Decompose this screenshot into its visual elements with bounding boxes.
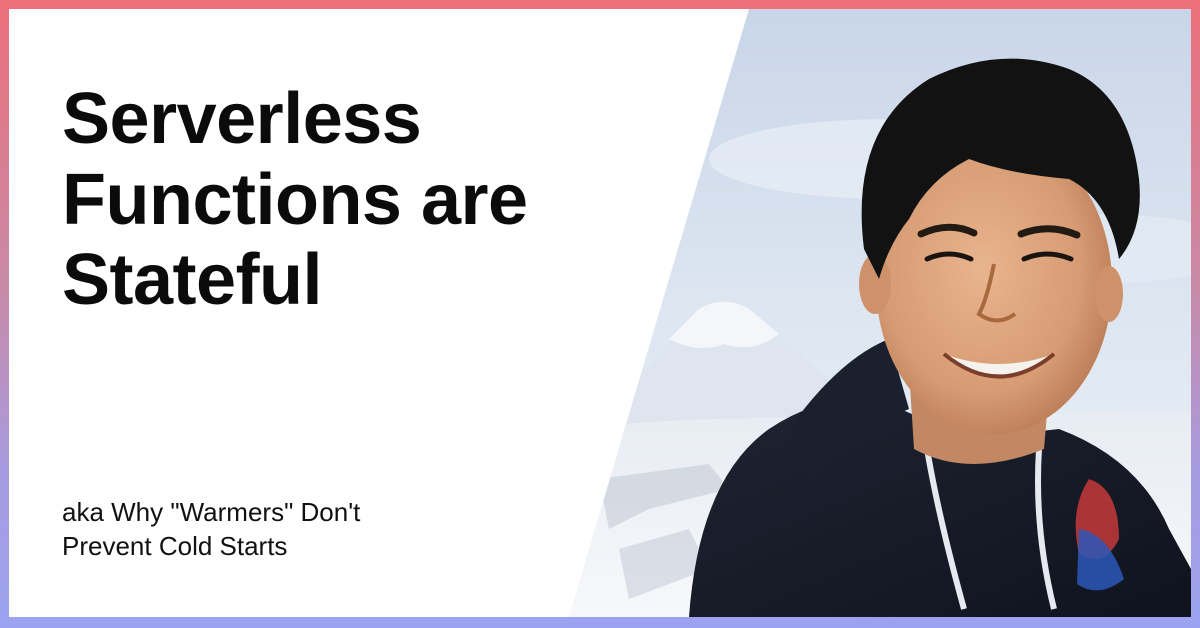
subtitle: aka Why "Warmers" Don't Prevent Cold Sta… <box>62 496 582 564</box>
title-line: Functions are <box>62 159 528 240</box>
subtitle-line: aka Why "Warmers" Don't <box>62 497 361 527</box>
title-line: Serverless <box>62 79 422 159</box>
title-line: Stateful <box>62 240 323 321</box>
subtitle-line: Prevent Cold Starts <box>62 530 288 561</box>
preview-card: Serverless Functions are Stateful aka Wh… <box>9 9 1191 617</box>
page-title: Serverless Functions are Stateful <box>62 79 682 321</box>
